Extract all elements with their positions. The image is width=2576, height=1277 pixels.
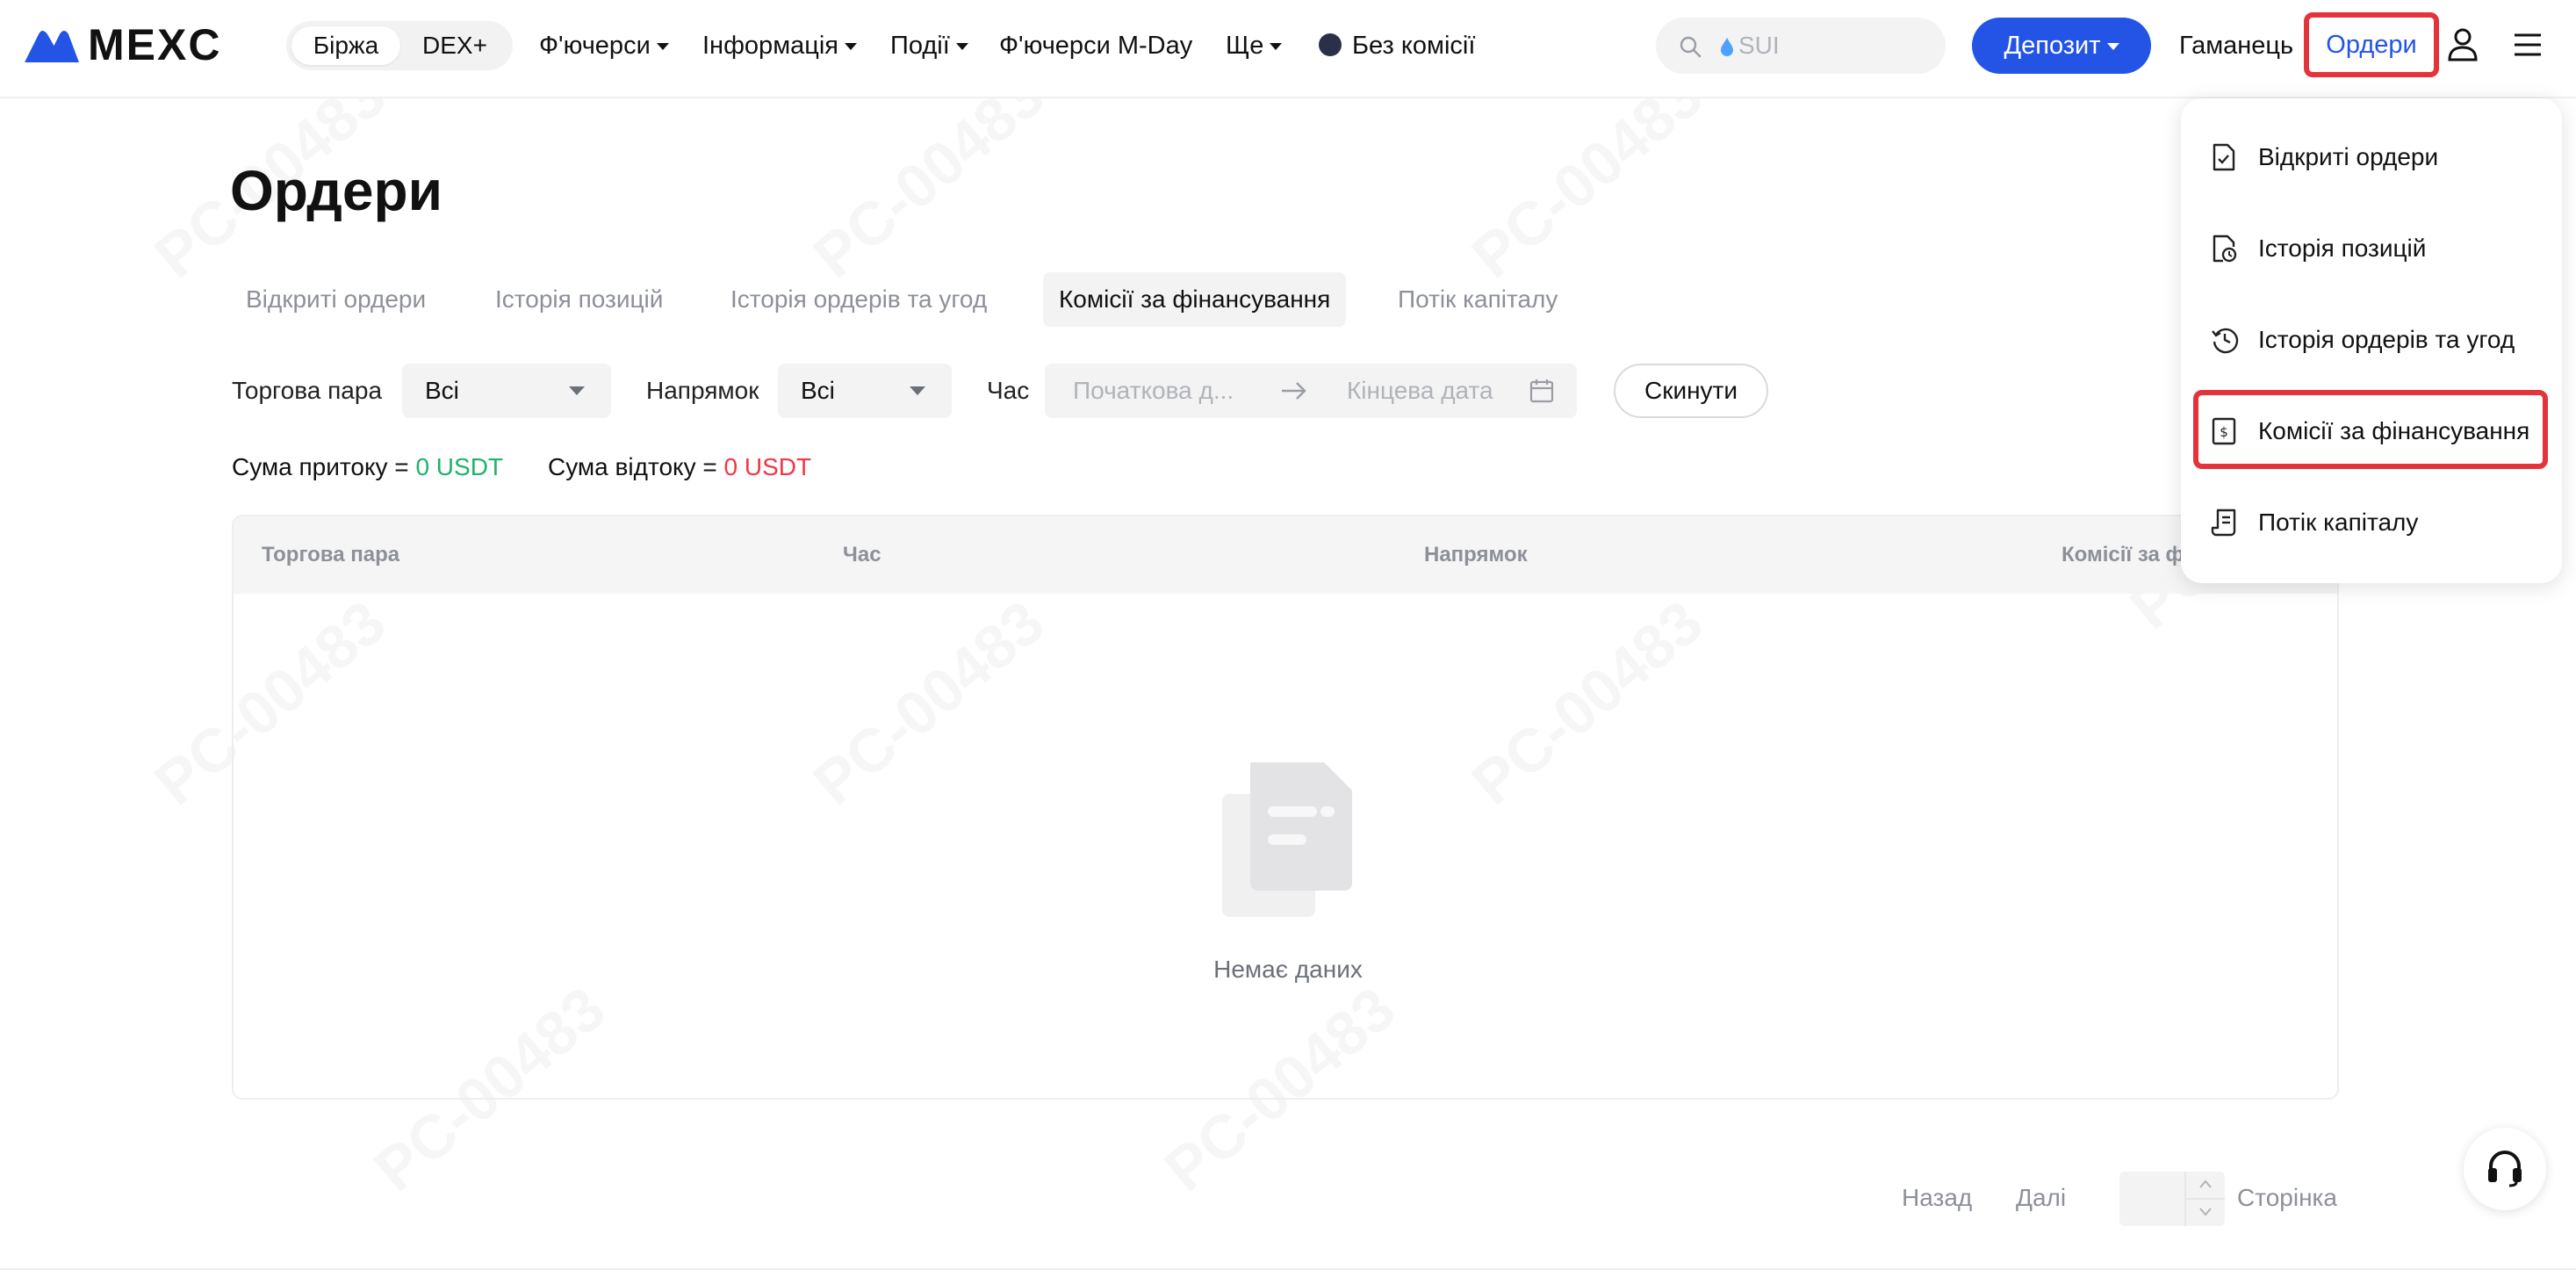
pair-select-value: Всі <box>425 377 459 404</box>
headset-icon <box>2488 1151 2522 1187</box>
stepper-divider <box>2186 1198 2225 1200</box>
coin-icon <box>1319 33 1342 57</box>
nav-futures-mday-label: Ф'ючерси M-Day <box>999 32 1193 60</box>
dropdown-label: Історія ордерів та угод <box>2258 326 2515 353</box>
col-trading-pair: Торгова пара <box>262 543 400 566</box>
mexc-logo-icon <box>25 31 79 62</box>
direction-select-value: Всі <box>801 377 835 404</box>
dropdown-item-open-orders[interactable]: Відкриті ордери <box>2181 119 2562 195</box>
direction-filter-label: Напрямок <box>646 377 759 404</box>
dropdown-item-position-history[interactable]: Історія позицій <box>2181 211 2562 286</box>
dropdown-label: Історія позицій <box>2258 234 2427 262</box>
funding-fees-table: Торгова пара Час Напрямок Комісії за ф <box>232 515 2339 1100</box>
calendar-icon[interactable] <box>1529 379 1554 403</box>
page-title: Ордери <box>230 159 443 222</box>
nav-futures-label: Ф'ючерси <box>539 32 651 60</box>
inflow-summary: Сума притоку = 0 USDT <box>232 450 503 485</box>
page-number-input[interactable] <box>2119 1172 2225 1226</box>
nav-events-label: Події <box>890 32 950 60</box>
outflow-label: Сума відтоку = <box>548 453 717 480</box>
caret-down-icon <box>955 43 968 51</box>
history-icon <box>2212 328 2239 354</box>
chevron-down-icon[interactable] <box>2198 1207 2213 1217</box>
pair-filter-label: Торгова пара <box>232 377 383 404</box>
exchange-dex-switch: Біржа DEX+ <box>286 21 513 70</box>
support-button[interactable] <box>2464 1128 2546 1210</box>
caret-down-icon <box>569 386 585 395</box>
reset-button[interactable]: Скинути <box>1614 364 1768 418</box>
footer-divider <box>0 1268 2576 1270</box>
caret-down-icon <box>656 43 669 51</box>
nav-info-label: Інформація <box>702 32 839 60</box>
caret-down-icon <box>1270 43 1283 51</box>
prev-page-button[interactable]: Назад <box>1902 1177 1972 1219</box>
pair-select[interactable]: Всі <box>402 364 611 418</box>
tab-order-trade-history[interactable]: Історія ордерів та угод <box>730 272 987 327</box>
search-placeholder: SUI <box>1738 32 1780 59</box>
empty-state-icon <box>1222 762 1352 917</box>
search-icon <box>1680 36 1702 58</box>
deposit-button[interactable]: Депозит <box>1972 18 2151 74</box>
date-range-picker[interactable]: Початкова д... Кінцева дата <box>1045 364 1577 418</box>
next-page-button[interactable]: Далі <box>2016 1177 2066 1219</box>
file-check-icon <box>2213 143 2235 171</box>
nav-zero-fee[interactable]: Без комісії <box>1319 0 1475 91</box>
time-filter-label: Час <box>987 377 1030 404</box>
wallet-label: Гаманець <box>2179 32 2294 60</box>
menu-icon[interactable] <box>2513 32 2543 58</box>
nav-info[interactable]: Інформація <box>702 0 858 91</box>
dropdown-label: Потік капіталу <box>2258 509 2419 536</box>
top-header: MEXC Біржа DEX+ Ф'ючерси Інформація Поді… <box>0 0 2576 98</box>
nav-more[interactable]: Ще <box>1226 0 1283 91</box>
nav-zero-fee-label: Без комісії <box>1352 32 1476 60</box>
sui-drop-icon <box>1721 38 1733 56</box>
nav-more-label: Ще <box>1226 32 1264 60</box>
page-stepper[interactable] <box>2184 1172 2225 1226</box>
deposit-label: Депозит <box>2004 32 2101 60</box>
start-date-input[interactable]: Початкова д... <box>1073 364 1234 418</box>
dropdown-item-capital-flow[interactable]: Потік капіталу <box>2181 485 2562 560</box>
orders-label: Ордери <box>2326 31 2417 59</box>
tab-funding-fees[interactable]: Комісії за фінансування <box>1043 272 1347 327</box>
inflow-value: 0 USDT <box>415 453 504 480</box>
table-header: Торгова пара Час Напрямок Комісії за ф <box>234 516 2337 594</box>
search-input[interactable]: SUI <box>1656 18 1946 74</box>
caret-down-icon <box>845 43 858 51</box>
col-direction: Напрямок <box>1424 543 1528 566</box>
tab-position-history[interactable]: Історія позицій <box>495 272 663 327</box>
logo-text: MEXC <box>88 20 222 69</box>
dropdown-item-order-trade-history[interactable]: Історія ордерів та угод <box>2181 302 2562 378</box>
col-funding-fee: Комісії за ф <box>2062 543 2184 566</box>
caret-down-icon <box>2106 43 2119 51</box>
nav-futures[interactable]: Ф'ючерси <box>539 0 669 91</box>
dropdown-label: Відкриті ордери <box>2258 143 2439 170</box>
ledger-icon <box>2211 509 2236 537</box>
direction-select[interactable]: Всі <box>778 364 952 418</box>
nav-events[interactable]: Події <box>890 0 968 91</box>
orders-link[interactable]: Ордери <box>2304 12 2439 77</box>
orders-dropdown-menu: Відкриті ордери Історія позицій Історія … <box>2181 98 2562 583</box>
empty-state-text: Немає даних <box>1213 956 1363 983</box>
wallet-link[interactable]: Гаманець <box>2179 0 2293 91</box>
caret-down-icon <box>910 386 925 395</box>
end-date-input[interactable]: Кінцева дата <box>1347 364 1493 418</box>
seg-exchange[interactable]: Біржа <box>291 26 400 65</box>
file-clock-icon <box>2213 234 2237 263</box>
nav-futures-mday[interactable]: Ф'ючерси M-Day <box>999 0 1192 91</box>
highlight-box <box>2193 390 2548 469</box>
seg-dex[interactable]: DEX+ <box>402 26 507 65</box>
tab-open-orders[interactable]: Відкриті ордери <box>246 272 426 327</box>
inflow-label: Сума притоку = <box>232 453 409 480</box>
mexc-logo[interactable]: MEXC <box>25 20 221 69</box>
tab-capital-flow[interactable]: Потік капіталу <box>1398 272 1558 327</box>
user-icon[interactable] <box>2446 26 2479 61</box>
outflow-value: 0 USDT <box>723 453 812 480</box>
chevron-up-icon[interactable] <box>2198 1179 2213 1189</box>
outflow-summary: Сума відтоку = 0 USDT <box>548 450 811 485</box>
arrow-right-icon <box>1282 382 1306 400</box>
col-time: Час <box>843 543 881 566</box>
page-label: Сторінка <box>2237 1184 2337 1211</box>
